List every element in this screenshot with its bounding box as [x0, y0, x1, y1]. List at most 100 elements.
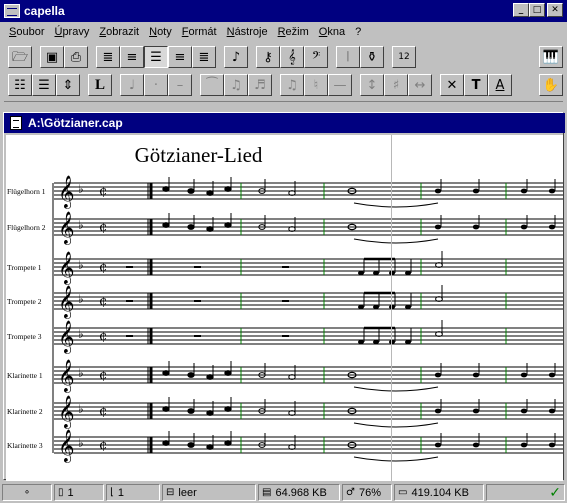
- stamp-icon[interactable]: ⚱: [360, 46, 384, 68]
- flat-key-mark: ♭: [78, 327, 84, 341]
- menu-zobrazit[interactable]: Zobrazit: [94, 26, 144, 38]
- hand-icon[interactable]: ✋: [539, 74, 563, 96]
- status-disk: ▭ 419.104 KB: [394, 484, 484, 501]
- menu-help[interactable]: ?: [350, 26, 366, 38]
- treble-clef-mark: 𝄞: [58, 211, 75, 245]
- maximize-icon[interactable]: □: [529, 3, 545, 17]
- treble-clef-icon[interactable]: 𝄞: [280, 46, 304, 68]
- system-layout-icon[interactable]: ☰: [32, 74, 56, 96]
- tie-dim-icon[interactable]: ⁀: [200, 74, 224, 96]
- note-head: [405, 339, 411, 345]
- minimized-window-strip[interactable]: [4, 101, 563, 111]
- note-head: [389, 304, 395, 310]
- close-icon[interactable]: ✕: [547, 3, 563, 17]
- menu-noty[interactable]: Noty: [144, 26, 177, 38]
- rest-note-icon[interactable]: ♪: [224, 46, 248, 68]
- menu-upravy[interactable]: Úpravy: [49, 26, 94, 38]
- save-disk-icon[interactable]: ▣: [40, 46, 64, 68]
- line-icon[interactable]: —: [328, 74, 352, 96]
- lyrics-L-icon[interactable]: L: [88, 74, 112, 96]
- treble-clef-mark: 𝄞: [58, 285, 75, 319]
- cut-time-mark: ¢: [99, 220, 107, 235]
- note-head: [187, 224, 195, 230]
- menu-nastroje[interactable]: Nástroje: [222, 26, 273, 38]
- staccato-icon[interactable]: ·: [144, 74, 168, 96]
- open-folder-icon[interactable]: 🗁: [8, 46, 32, 68]
- resource-icon: ♂: [346, 487, 355, 498]
- note-head: [548, 224, 556, 230]
- note-head: [472, 224, 480, 230]
- note-head: [358, 270, 364, 276]
- bar-icon: ⌊: [110, 487, 114, 498]
- staff-layout-icon[interactable]: ☷: [8, 74, 32, 96]
- status-bar-number: ⌊ 1: [106, 484, 160, 501]
- treble-clef-mark: 𝄞: [58, 429, 75, 463]
- text-T-icon[interactable]: T: [464, 74, 488, 96]
- print-icon[interactable]: ⎙: [64, 46, 88, 68]
- cut-time-mark: ¢: [99, 404, 107, 419]
- status-percent: ♂ 76%: [342, 484, 392, 501]
- tenuto-icon[interactable]: –: [168, 74, 192, 96]
- split-icon[interactable]: ✕: [440, 74, 464, 96]
- beam-dim-icon[interactable]: ♫: [224, 74, 248, 96]
- staff-label: Trompete 3: [7, 332, 42, 341]
- status-ok: ✓: [486, 484, 565, 501]
- note-head: [162, 222, 170, 228]
- align-center-icon[interactable]: ☰: [144, 46, 168, 68]
- capella-app-icon[interactable]: [4, 4, 20, 18]
- score-notation[interactable]: 𝄞 ♭ ¢𝄞 ♭ ¢𝄞 ♭ ¢𝄞 ♭ ¢𝄞 ♭ ¢𝄞 ♭ ¢𝄞 ♭ ¢𝄞 ♭ ¢: [6, 135, 563, 481]
- score-title: Götzianer-Lied: [134, 143, 263, 167]
- bass-clef-icon[interactable]: 𝄢: [304, 46, 328, 68]
- note-dim-icon[interactable]: ♩: [120, 74, 144, 96]
- menu-format[interactable]: Formát: [177, 26, 222, 38]
- beam-group-icon[interactable]: ♫: [280, 74, 304, 96]
- note-head: [434, 188, 442, 194]
- status-mode: ⊟ leer: [162, 484, 256, 501]
- note-head: [520, 442, 528, 448]
- note-head: [187, 188, 195, 194]
- align-left-icon[interactable]: ≡: [120, 46, 144, 68]
- note-head: [434, 408, 442, 414]
- barline-icon[interactable]: 𝄀: [336, 46, 360, 68]
- status-page: ▯ 1: [54, 484, 104, 501]
- note-head: [520, 188, 528, 194]
- key-icon[interactable]: ⚷: [256, 46, 280, 68]
- score-area[interactable]: 𝄞 ♭ ¢ 𝄞 ♭ ¢ 𝄞 ♭ ¢ 𝄞 ♭ ¢ 𝄞 ♭ ¢ 𝄞 ♭ ¢ 𝄞 ♭ ¢ 𝄞 ♭ ¢ Götzianer-Lied …: [6, 135, 563, 481]
- menu-okna[interactable]: Okna: [314, 26, 350, 38]
- note-head: [162, 186, 170, 192]
- flat-sharp-icon[interactable]: ♮: [304, 74, 328, 96]
- accidentals-icon[interactable]: ♯: [384, 74, 408, 96]
- document-title-bar[interactable]: A:\Götzianer.cap: [4, 113, 565, 133]
- title-bar: capella _ □ ✕: [0, 0, 567, 22]
- document-icon[interactable]: [10, 116, 22, 130]
- midi-keyboard-icon[interactable]: 🎹: [539, 46, 563, 68]
- text-A-icon[interactable]: A: [488, 74, 512, 96]
- note-head: [358, 304, 364, 310]
- note-head: [206, 374, 214, 380]
- align-full-icon[interactable]: ≣: [96, 46, 120, 68]
- menu-soubor[interactable]: Soubor: [4, 26, 49, 38]
- arrows-icon[interactable]: ↔: [408, 74, 432, 96]
- note-head: [472, 188, 480, 194]
- document-window: A:\Götzianer.cap 𝄞 ♭ ¢ 𝄞 ♭ ¢ 𝄞 ♭ ¢ 𝄞 ♭ ¢ 𝄞 ♭ ¢ 𝄞 ♭ ¢ 𝄞 ♭ ¢ 𝄞 ♭…: [3, 112, 565, 481]
- align-right-icon[interactable]: ≡: [168, 46, 192, 68]
- menu-rezim[interactable]: Režim: [273, 26, 314, 38]
- check-icon: ✓: [549, 484, 561, 501]
- note-head: [520, 408, 528, 414]
- stem-dim-icon[interactable]: ♬: [248, 74, 272, 96]
- note-head: [187, 442, 195, 448]
- spacing-icon[interactable]: ⇕: [56, 74, 80, 96]
- status-dot-icon: ∘: [23, 487, 31, 498]
- transpose-icon[interactable]: ↕: [360, 74, 384, 96]
- minimize-icon[interactable]: _: [513, 3, 529, 17]
- staff-label: Klarinette 1: [7, 371, 43, 380]
- note-head: [548, 372, 556, 378]
- rest-mark: [126, 335, 133, 337]
- align-top-icon[interactable]: ≣: [192, 46, 216, 68]
- note-head: [389, 339, 395, 345]
- rest-mark: [126, 300, 133, 302]
- note-head: [206, 410, 214, 416]
- page-number-icon[interactable]: 12: [392, 46, 416, 68]
- cut-time-mark: ¢: [99, 368, 107, 383]
- cut-time-mark: ¢: [99, 329, 107, 344]
